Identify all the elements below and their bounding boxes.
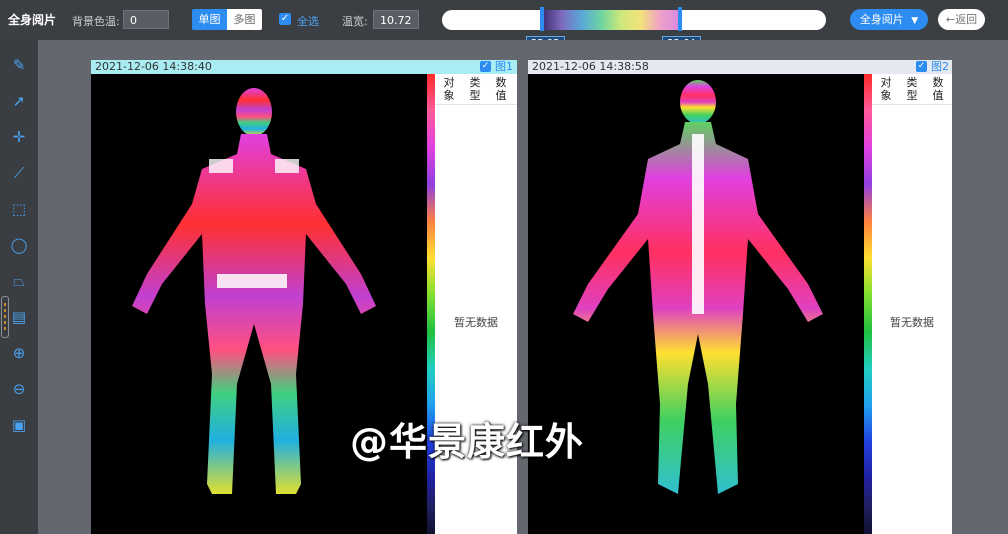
panel-1-table-header: 对象 类型 数值 bbox=[435, 76, 517, 105]
panel-2-timestamp: 2021-12-06 14:38:58 bbox=[532, 60, 649, 73]
column-type: 类型 bbox=[906, 76, 918, 102]
color-scale-slider[interactable] bbox=[442, 10, 826, 30]
panel-2-color-bar bbox=[864, 74, 872, 534]
panel-1-empty-state: 暂无数据 bbox=[454, 316, 498, 329]
panel-2-table-header: 对象 类型 数值 bbox=[872, 76, 952, 105]
column-value: 数值 bbox=[495, 76, 507, 102]
cursor-icon[interactable]: ➚ bbox=[10, 92, 28, 110]
page-title: 全身阅片 bbox=[8, 13, 57, 27]
tool-sidebar: ✎ ➚ ✛ ⟋ ⬚ ◯ ⏢ ▤ ⊕ ⊖ ▣ bbox=[0, 40, 38, 534]
scale-high-handle[interactable] bbox=[678, 7, 682, 31]
back-button[interactable]: ←返回 bbox=[938, 9, 985, 30]
rectangle-icon[interactable]: ⬚ bbox=[10, 200, 28, 218]
color-scale-gradient bbox=[542, 10, 680, 30]
panel-2-checkbox[interactable]: ✓ bbox=[916, 61, 927, 72]
bg-temp-label: 背景色温: bbox=[72, 15, 120, 28]
column-value: 数值 bbox=[932, 76, 944, 102]
zoom-out-icon[interactable]: ⊖ bbox=[10, 380, 28, 398]
panel-1-header: 2021-12-06 14:38:40 ✓ 图1 bbox=[91, 60, 517, 74]
panel-1-checkbox[interactable]: ✓ bbox=[480, 61, 491, 72]
crosshair-icon[interactable]: ✛ bbox=[10, 128, 28, 146]
multi-view-button[interactable]: 多图 bbox=[227, 9, 262, 30]
panel-2-header: 2021-12-06 14:38:58 ✓ 图2 bbox=[528, 60, 952, 74]
thermal-panel-2: 2021-12-06 14:38:58 ✓ 图2 对象 类型 数值 暂无数据 bbox=[528, 60, 952, 534]
back-button-label: 返回 bbox=[955, 13, 978, 26]
sidebar-scroll-handle[interactable] bbox=[1, 296, 9, 338]
full-body-mode-label: 全身阅片 bbox=[859, 13, 904, 26]
ellipse-icon[interactable]: ◯ bbox=[10, 236, 28, 254]
back-arrow-icon: ← bbox=[945, 13, 956, 26]
select-all-checkbox[interactable]: ✓ bbox=[279, 13, 291, 25]
polygon-icon[interactable]: ⏢ bbox=[10, 272, 28, 290]
panel-1-tag: 图1 bbox=[495, 60, 513, 73]
eraser-icon[interactable]: ✎ bbox=[10, 56, 28, 74]
line-icon[interactable]: ⟋ bbox=[10, 164, 28, 182]
select-all-label: 全选 bbox=[297, 15, 319, 28]
panel-2-measure-table: 对象 类型 数值 暂无数据 bbox=[872, 74, 952, 534]
panel-1-timestamp: 2021-12-06 14:38:40 bbox=[95, 60, 212, 73]
column-object: 对象 bbox=[443, 76, 455, 102]
panel-2-empty-state: 暂无数据 bbox=[890, 316, 934, 329]
zoom-in-icon[interactable]: ⊕ bbox=[10, 344, 28, 362]
fit-screen-icon[interactable]: ▣ bbox=[10, 416, 28, 434]
scale-low-handle[interactable] bbox=[540, 7, 544, 31]
chevron-down-icon: ▼ bbox=[911, 16, 919, 26]
top-toolbar: 全身阅片 背景色温: 0 单图 多图 ✓ 全选 温宽: 10.72 22.92 … bbox=[0, 0, 1008, 52]
panel-2-tag: 图2 bbox=[931, 60, 949, 73]
temp-width-input[interactable]: 10.72 bbox=[373, 10, 419, 29]
watermark-text: @华景康红外 bbox=[350, 420, 585, 464]
column-object: 对象 bbox=[880, 76, 892, 102]
file-icon[interactable]: ▤ bbox=[10, 308, 28, 326]
bg-temp-input[interactable]: 0 bbox=[123, 10, 169, 29]
single-view-button[interactable]: 单图 bbox=[192, 9, 227, 30]
temp-width-label: 温宽: bbox=[342, 15, 368, 28]
column-type: 类型 bbox=[469, 76, 481, 102]
full-body-mode-button[interactable]: 全身阅片 ▼ bbox=[850, 9, 928, 30]
